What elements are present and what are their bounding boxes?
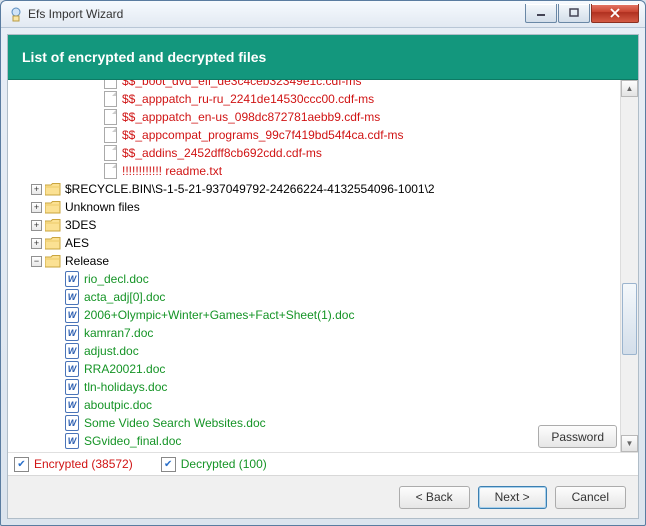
folder-icon (45, 183, 61, 196)
tree-item-label[interactable]: RRA20021.doc (84, 360, 165, 378)
tree-panel: $$_boot_dvd_efi_de3c4ceb32349e1c.cdf-ms$… (8, 80, 638, 452)
back-button[interactable]: < Back (399, 486, 470, 509)
folder-icon (45, 219, 61, 232)
tree-item-label[interactable]: $$_appcompat_programs_99c7f419bd54f4ca.c… (122, 126, 404, 144)
folder-icon (45, 255, 61, 268)
tree-item-label[interactable]: $$_apppatch_ru-ru_2241de14530ccc00.cdf-m… (122, 90, 374, 108)
tree-item-label[interactable]: Unknown files (65, 198, 140, 216)
tree-item-label[interactable]: 3DES (65, 216, 96, 234)
word-doc-icon: W (64, 271, 80, 287)
file-tree[interactable]: $$_boot_dvd_efi_de3c4ceb32349e1c.cdf-ms$… (8, 80, 620, 452)
expand-toggle[interactable]: + (31, 220, 42, 231)
tree-item-label[interactable]: $$_boot_dvd_efi_de3c4ceb32349e1c.cdf-ms (122, 80, 362, 90)
status-bar: ✔ Encrypted (38572) ✔ Decrypted (100) (8, 452, 638, 475)
file-icon (102, 80, 118, 89)
tree-item-label[interactable]: Release (65, 252, 109, 270)
maximize-button[interactable] (558, 4, 590, 23)
cancel-button[interactable]: Cancel (555, 486, 626, 509)
tree-item-label[interactable]: rio_decl.doc (84, 270, 149, 288)
scroll-up-button[interactable]: ▲ (621, 80, 638, 97)
tree-item-label[interactable]: AES (65, 234, 89, 252)
app-icon (8, 6, 24, 22)
tree-item-label[interactable]: SGvideo_final.doc (84, 432, 181, 450)
minimize-button[interactable] (525, 4, 557, 23)
password-button[interactable]: Password (538, 425, 617, 448)
vertical-scrollbar[interactable]: ▲ ▼ (620, 80, 638, 452)
word-doc-icon: W (64, 433, 80, 449)
encrypted-label: Encrypted (38572) (34, 457, 133, 471)
word-doc-icon: W (64, 307, 80, 323)
window-title: Efs Import Wizard (24, 7, 525, 21)
expand-toggle[interactable]: − (31, 256, 42, 267)
expand-toggle[interactable]: + (31, 202, 42, 213)
word-doc-icon: W (64, 361, 80, 377)
decrypted-checkbox[interactable]: ✔ (161, 457, 176, 472)
decrypted-label: Decrypted (100) (181, 457, 267, 471)
close-button[interactable] (591, 4, 639, 23)
file-icon (102, 109, 118, 125)
file-icon (102, 145, 118, 161)
tree-item-label[interactable]: acta_adj[0].doc (84, 288, 165, 306)
expand-toggle[interactable]: + (31, 184, 42, 195)
scroll-track[interactable] (621, 97, 638, 435)
folder-icon (45, 201, 61, 214)
tree-item-label[interactable]: Some Video Search Websites.doc (84, 414, 266, 432)
encrypted-checkbox[interactable]: ✔ (14, 457, 29, 472)
file-icon (102, 91, 118, 107)
word-doc-icon: W (64, 379, 80, 395)
word-doc-icon: W (64, 415, 80, 431)
client-area: List of encrypted and decrypted files $$… (7, 34, 639, 519)
expand-toggle[interactable]: + (31, 238, 42, 249)
word-doc-icon: W (64, 325, 80, 341)
folder-icon (45, 237, 61, 250)
word-doc-icon: W (64, 397, 80, 413)
titlebar[interactable]: Efs Import Wizard (1, 1, 645, 28)
banner-title: List of encrypted and decrypted files (22, 49, 266, 65)
scroll-thumb[interactable] (622, 283, 637, 355)
scroll-down-button[interactable]: ▼ (621, 435, 638, 452)
tree-item-label[interactable]: aboutpic.doc (84, 396, 152, 414)
tree-item-label[interactable]: adjust.doc (84, 342, 139, 360)
word-doc-icon: W (64, 289, 80, 305)
tree-item-label[interactable]: kamran7.doc (84, 324, 153, 342)
footer: < Back Next > Cancel (8, 475, 638, 518)
banner: List of encrypted and decrypted files (8, 35, 638, 80)
file-icon (102, 163, 118, 179)
tree-item-label[interactable]: $$_addins_2452dff8cb692cdd.cdf-ms (122, 144, 322, 162)
tree-item-label[interactable]: $RECYCLE.BIN\S-1-5-21-937049792-24266224… (65, 180, 435, 198)
wizard-window: Efs Import Wizard List of encrypted and … (0, 0, 646, 526)
word-doc-icon: W (64, 343, 80, 359)
tree-item-label[interactable]: tln-holidays.doc (84, 378, 167, 396)
tree-item-label[interactable]: !!!!!!!!!!!! readme.txt (122, 162, 222, 180)
tree-item-label[interactable]: 2006+Olympic+Winter+Games+Fact+Sheet(1).… (84, 306, 354, 324)
file-icon (102, 127, 118, 143)
tree-item-label[interactable]: $$_apppatch_en-us_098dc872781aebb9.cdf-m… (122, 108, 380, 126)
next-button[interactable]: Next > (478, 486, 547, 509)
